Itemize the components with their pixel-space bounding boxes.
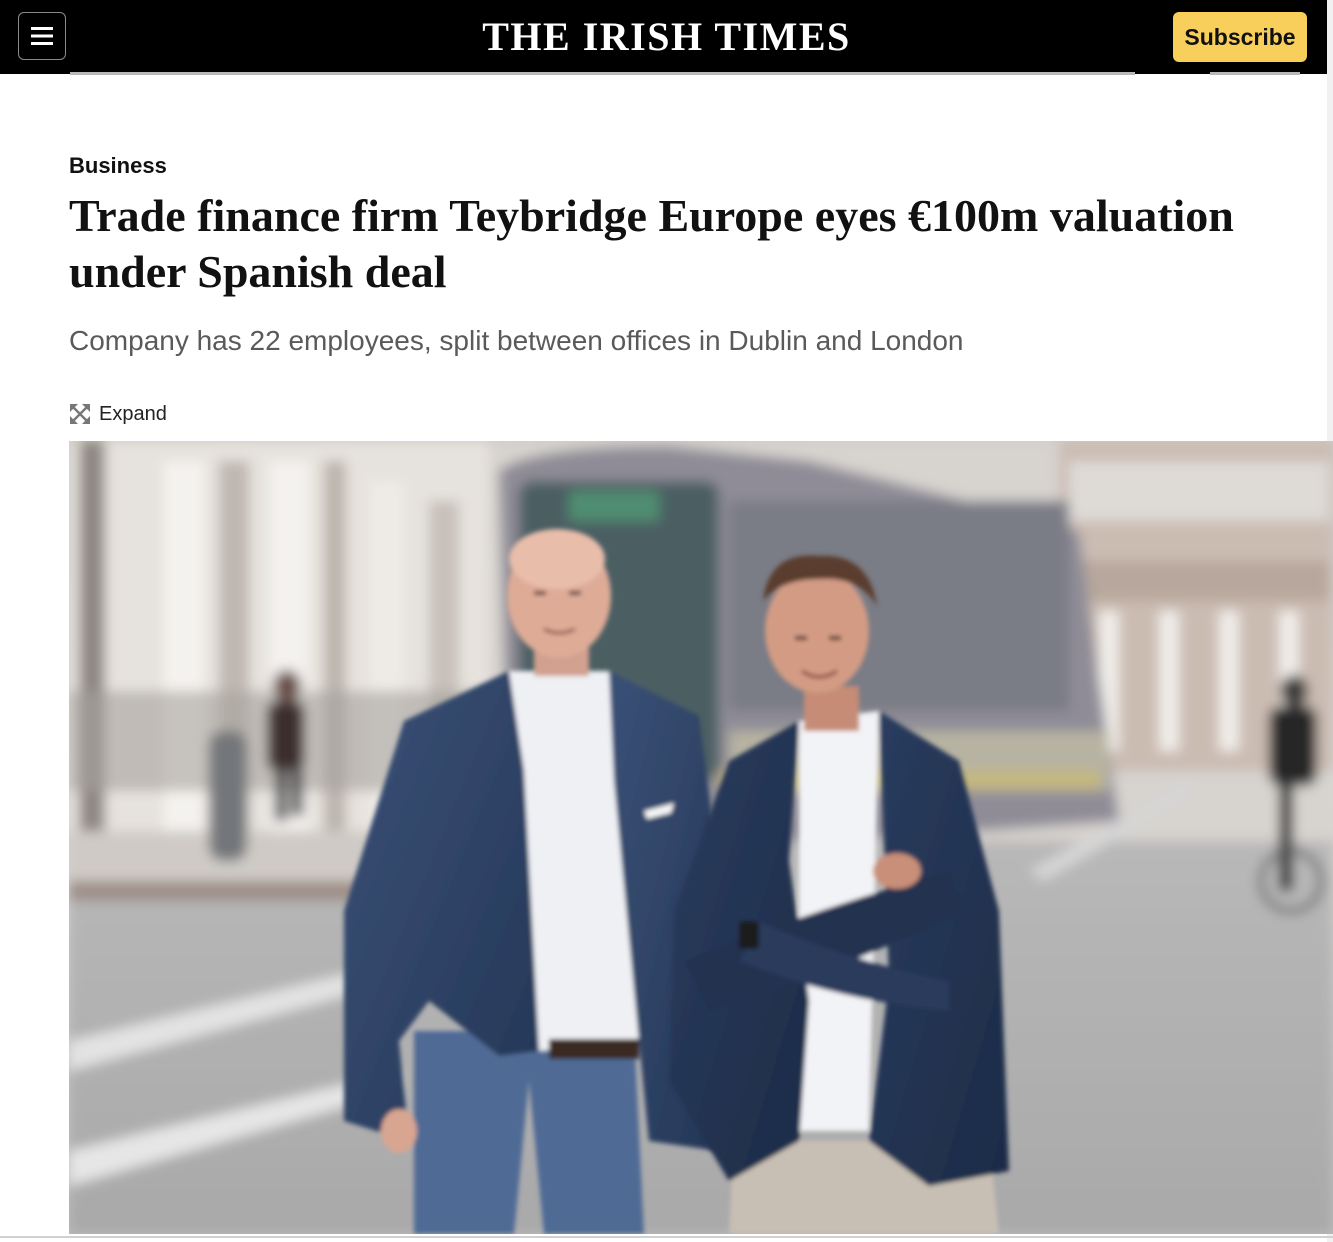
article-headline: Trade finance firm Teybridge Europe eyes… [69,190,1234,297]
page-divider [0,1236,1333,1238]
subscribe-button[interactable]: Subscribe [1173,12,1307,62]
article-lead-photo[interactable] [69,441,1333,1234]
expand-image-button[interactable]: Expand [69,400,167,428]
expand-arrows-icon [70,404,90,424]
section-link-business[interactable]: Business [69,152,167,180]
top-navigation-bar: THE IRISH TIMES Subscribe [0,0,1333,74]
header-divider [1210,72,1300,75]
expand-label: Expand [99,402,167,425]
article-standfirst: Company has 22 employees, split between … [69,325,964,356]
masthead-logo[interactable]: THE IRISH TIMES [0,14,1333,60]
header-divider [70,72,1135,75]
